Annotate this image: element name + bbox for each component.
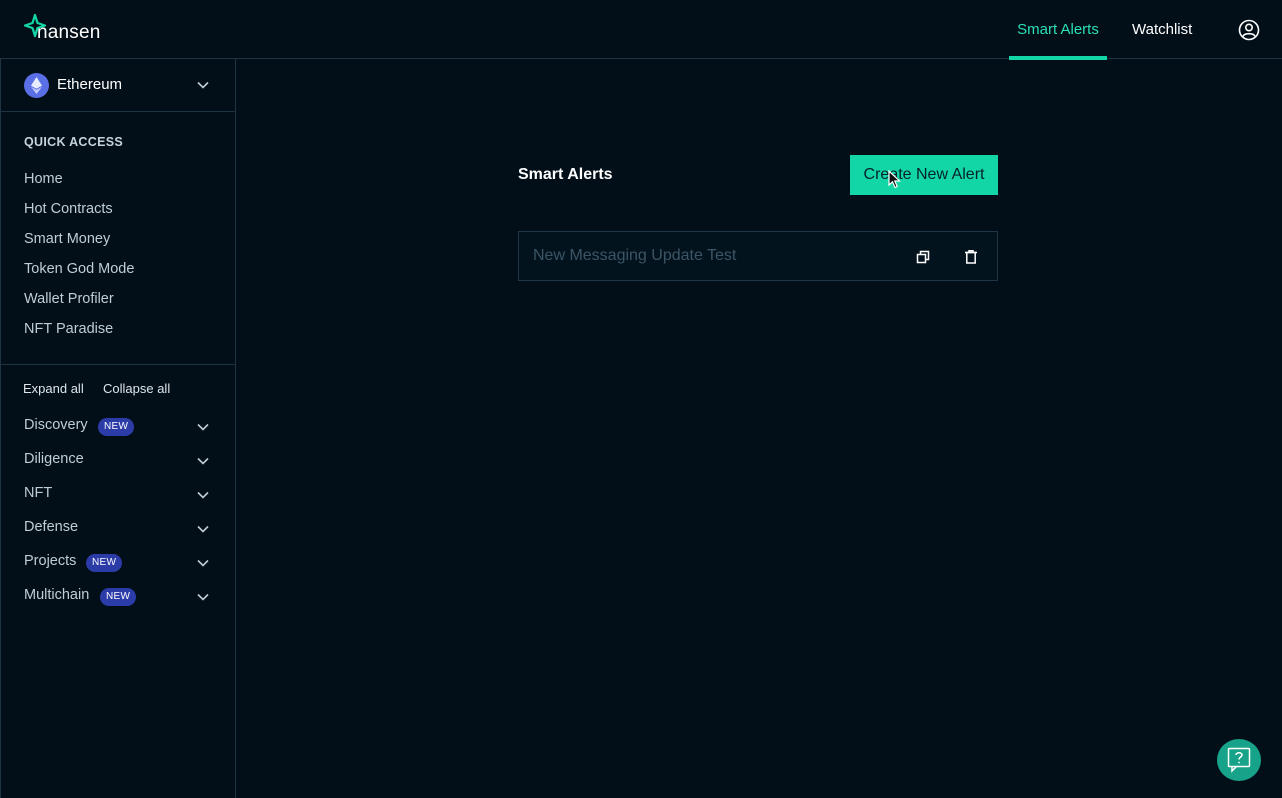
sidebar-item-smart-money[interactable]: Smart Money — [24, 231, 110, 247]
chevron-down-icon — [197, 491, 209, 499]
chevron-down-icon — [197, 525, 209, 533]
alert-list-item[interactable]: New Messaging Update Test — [518, 231, 998, 281]
sidebar-item-token-god-mode[interactable]: Token God Mode — [24, 261, 134, 277]
new-badge: NEW — [98, 418, 135, 436]
sidebar-group-defense[interactable]: Defense — [1, 513, 236, 543]
group-label: Defense — [24, 519, 79, 535]
user-account-icon[interactable] — [1238, 19, 1260, 41]
group-label: Projects — [24, 553, 77, 569]
sidebar-group-diligence[interactable]: Diligence — [1, 445, 236, 475]
alert-name: New Messaging Update Test — [533, 247, 737, 264]
group-label: Multichain — [24, 587, 90, 603]
chevron-down-icon — [197, 423, 209, 431]
chain-selector[interactable]: Ethereum — [1, 59, 236, 112]
ethereum-icon — [24, 73, 49, 98]
quick-access-title: QUICK ACCESS — [24, 135, 123, 149]
sidebar-group-multichain[interactable]: Multichain NEW — [1, 581, 236, 611]
sidebar-item-hot-contracts[interactable]: Hot Contracts — [24, 201, 113, 217]
logo-text: nansen — [37, 22, 101, 43]
chevron-down-icon — [197, 81, 209, 89]
tab-watchlist[interactable]: Watchlist — [1124, 0, 1200, 59]
top-bar: nansen Smart Alerts Watchlist — [0, 0, 1282, 60]
group-label: NFT — [24, 485, 53, 501]
sidebar-group-projects[interactable]: Projects NEW — [1, 547, 236, 577]
group-label: Discovery — [24, 417, 88, 433]
page-title: Smart Alerts — [518, 166, 613, 183]
mouse-cursor-icon — [888, 170, 901, 189]
nansen-star-icon — [24, 14, 46, 38]
sidebar-item-home[interactable]: Home — [24, 171, 63, 187]
create-new-alert-button[interactable]: Create New Alert — [850, 155, 998, 195]
chevron-down-icon — [197, 559, 209, 567]
nansen-logo[interactable]: nansen — [24, 14, 101, 44]
delete-icon[interactable] — [962, 248, 980, 266]
tab-smart-alerts[interactable]: Smart Alerts — [1009, 0, 1107, 60]
sidebar-item-nft-paradise[interactable]: NFT Paradise — [24, 321, 113, 337]
sidebar-divider — [1, 364, 236, 365]
expand-all-button[interactable]: Expand all — [23, 381, 84, 396]
sidebar-group-discovery[interactable]: Discovery NEW — [1, 411, 236, 441]
collapse-all-button[interactable]: Collapse all — [103, 381, 170, 396]
sidebar-item-wallet-profiler[interactable]: Wallet Profiler — [24, 291, 114, 307]
group-label: Diligence — [24, 451, 84, 467]
sidebar: Ethereum QUICK ACCESS Home Hot Contracts… — [0, 59, 236, 798]
help-icon — [1227, 747, 1251, 773]
sidebar-group-nft[interactable]: NFT — [1, 479, 236, 509]
new-badge: NEW — [100, 588, 137, 606]
help-button[interactable] — [1217, 739, 1261, 781]
duplicate-icon[interactable] — [914, 248, 932, 266]
chevron-down-icon — [197, 457, 209, 465]
chain-label: Ethereum — [57, 76, 123, 93]
chevron-down-icon — [197, 593, 209, 601]
new-badge: NEW — [86, 554, 123, 572]
